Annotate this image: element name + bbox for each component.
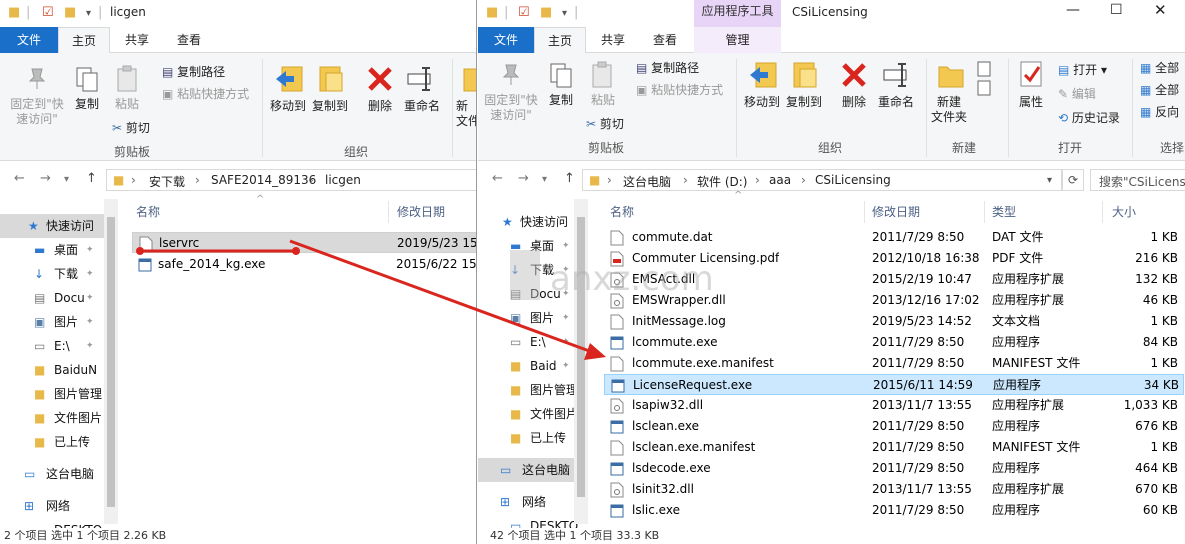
arrow-head-icon bbox=[584, 343, 606, 360]
drag-arrow-overlay bbox=[136, 239, 606, 360]
drag-mid-dot bbox=[292, 247, 300, 255]
drag-start-dot bbox=[136, 247, 144, 255]
drag-arrow-line bbox=[289, 239, 593, 354]
